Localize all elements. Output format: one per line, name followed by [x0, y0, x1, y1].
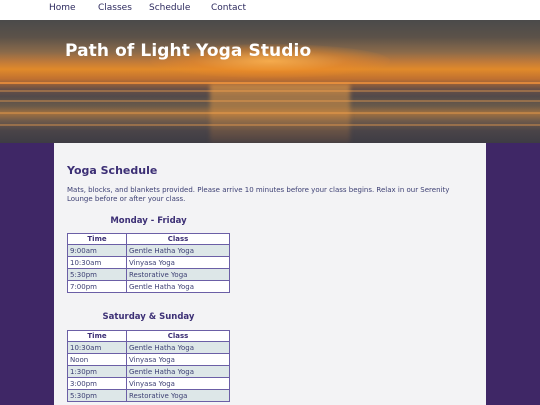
time-cell: 10:30am	[67, 256, 127, 269]
table-row: Noon Vinyasa Yoga	[67, 353, 230, 366]
nav-link-classes[interactable]: Classes	[98, 3, 132, 13]
class-cell: Gentle Hatha Yoga	[126, 244, 230, 257]
water-ripple	[0, 112, 540, 114]
time-cell: Noon	[67, 353, 127, 366]
table-row: 1:30pm Gentle Hatha Yoga	[67, 365, 230, 378]
table-row: 3:00pm Vinyasa Yoga	[67, 377, 230, 390]
column-header-class: Class	[126, 233, 230, 245]
class-cell: Restorative Yoga	[126, 389, 230, 402]
time-cell: 10:30am	[67, 341, 127, 354]
class-cell: Gentle Hatha Yoga	[126, 341, 230, 354]
table-row: 9:00am Gentle Hatha Yoga	[67, 244, 230, 257]
nav-link-home[interactable]: Home	[49, 3, 76, 13]
column-header-class: Class	[126, 330, 230, 342]
water-ripple	[0, 90, 540, 92]
class-cell: Gentle Hatha Yoga	[126, 365, 230, 378]
class-cell: Vinyasa Yoga	[126, 353, 230, 366]
table-row: 10:30am Gentle Hatha Yoga	[67, 341, 230, 354]
column-header-time: Time	[67, 330, 127, 342]
class-cell: Restorative Yoga	[126, 268, 230, 281]
class-cell: Vinyasa Yoga	[126, 377, 230, 390]
weekend-schedule-title: Saturday & Sunday	[102, 312, 195, 322]
table-header-row: Time Class	[67, 330, 230, 342]
table-row: 10:30am Vinyasa Yoga	[67, 256, 230, 269]
time-cell: 9:00am	[67, 244, 127, 257]
weekday-schedule-table: Time Class 9:00am Gentle Hatha Yoga 10:3…	[67, 233, 230, 293]
time-cell: 5:30pm	[67, 268, 127, 281]
time-cell: 7:00pm	[67, 280, 127, 293]
table-row: 7:00pm Gentle Hatha Yoga	[67, 280, 230, 293]
hero-banner: Path of Light Yoga Studio	[0, 20, 540, 143]
page-title: Yoga Schedule	[67, 164, 158, 177]
site-title: Path of Light Yoga Studio	[65, 41, 312, 61]
top-nav: Home Classes Schedule Contact	[0, 0, 540, 21]
column-header-time: Time	[67, 233, 127, 245]
time-cell: 3:00pm	[67, 377, 127, 390]
weekend-schedule-table: Time Class 10:30am Gentle Hatha Yoga Noo…	[67, 330, 230, 402]
main-content: Yoga Schedule Mats, blocks, and blankets…	[54, 143, 486, 405]
weekday-schedule-title: Monday - Friday	[110, 216, 187, 226]
nav-link-contact[interactable]: Contact	[211, 3, 246, 13]
water-ripple	[0, 100, 540, 102]
class-cell: Vinyasa Yoga	[126, 256, 230, 269]
time-cell: 1:30pm	[67, 365, 127, 378]
table-header-row: Time Class	[67, 233, 230, 245]
class-cell: Gentle Hatha Yoga	[126, 280, 230, 293]
water-ripple	[0, 124, 540, 126]
table-row: 5:30pm Restorative Yoga	[67, 268, 230, 281]
table-row: 5:30pm Restorative Yoga	[67, 389, 230, 402]
intro-text: Mats, blocks, and blankets provided. Ple…	[67, 186, 450, 203]
nav-link-schedule[interactable]: Schedule	[149, 3, 190, 13]
time-cell: 5:30pm	[67, 389, 127, 402]
